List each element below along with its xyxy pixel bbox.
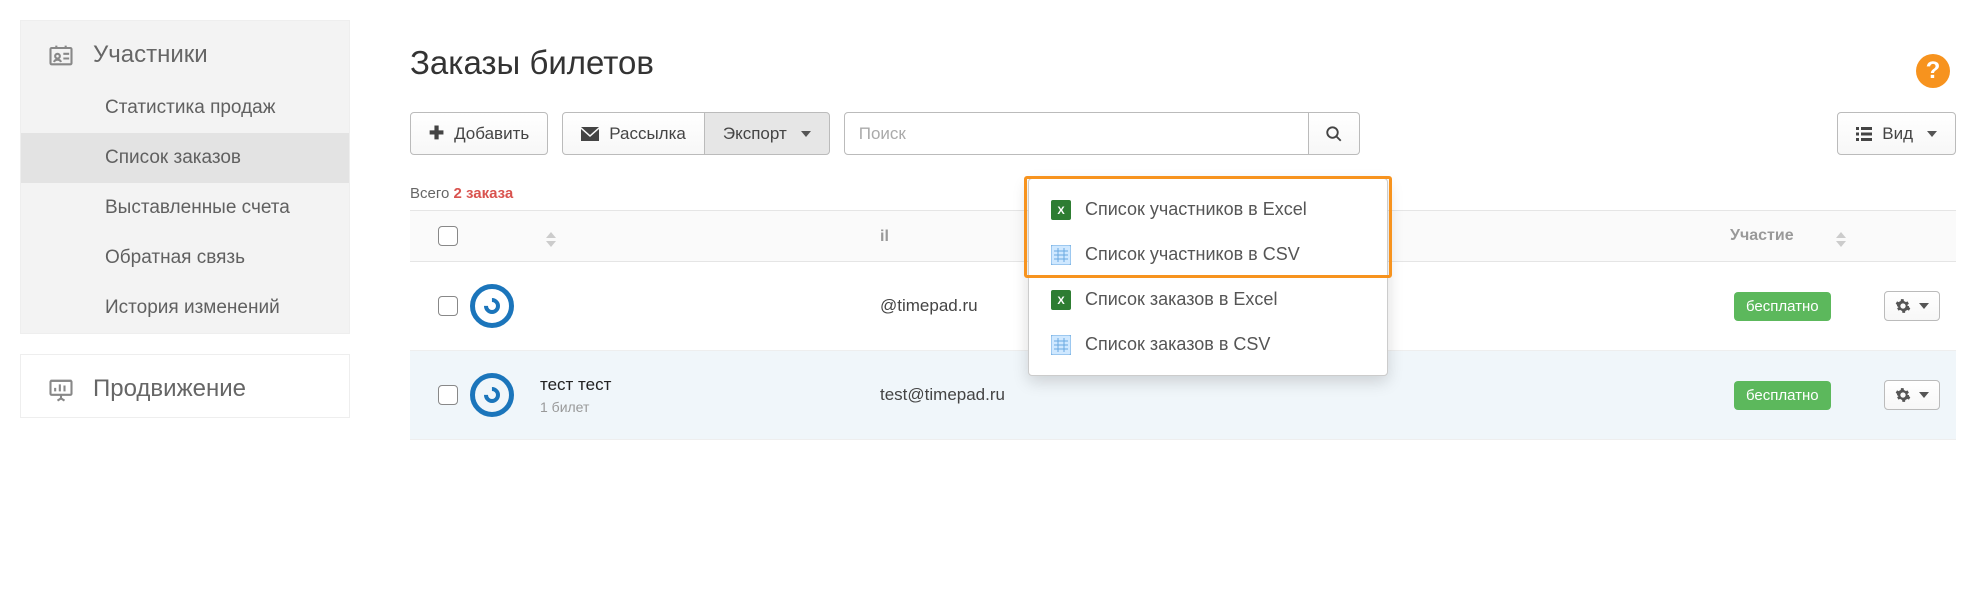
chevron-down-icon bbox=[1919, 392, 1929, 398]
sidebar-participants-label: Участники bbox=[93, 41, 208, 69]
name-cell[interactable] bbox=[540, 304, 880, 308]
add-button-label: Добавить bbox=[454, 124, 529, 144]
export-orders-csv[interactable]: Список заказов в CSV bbox=[1029, 322, 1387, 367]
add-button[interactable]: ✚ Добавить bbox=[410, 112, 548, 155]
toolbar: ✚ Добавить Рассылка Экспорт bbox=[410, 112, 1956, 155]
view-button-label: Вид bbox=[1882, 124, 1913, 144]
row-name: тест тест bbox=[540, 375, 880, 395]
tag-cell: бесплатно bbox=[1734, 292, 1884, 321]
export-button-label: Экспорт bbox=[723, 124, 787, 144]
tag-cell: бесплатно bbox=[1734, 381, 1884, 410]
help-icon[interactable]: ? bbox=[1916, 54, 1950, 88]
search-icon bbox=[1325, 125, 1343, 143]
actions-cell bbox=[1884, 380, 1940, 410]
export-item-label: Список участников в Excel bbox=[1085, 199, 1307, 220]
select-all-cell bbox=[426, 226, 470, 246]
summary-prefix: Всего bbox=[410, 185, 454, 202]
mailing-button[interactable]: Рассылка bbox=[562, 112, 705, 155]
row-sub: 1 билет bbox=[540, 399, 880, 415]
col-participation-sort[interactable] bbox=[1830, 225, 1860, 247]
sidebar-item-sales-stats[interactable]: Статистика продаж bbox=[21, 83, 349, 133]
svg-text:X: X bbox=[1057, 205, 1065, 217]
sidebar-promotion-label: Продвижение bbox=[93, 375, 246, 403]
row-checkbox[interactable] bbox=[438, 385, 458, 405]
select-all-checkbox[interactable] bbox=[438, 226, 458, 246]
avatar bbox=[470, 373, 514, 417]
mailing-export-group: Рассылка Экспорт bbox=[562, 112, 830, 155]
sidebar-item-orders-list[interactable]: Список заказов bbox=[21, 133, 349, 183]
view-button[interactable]: Вид bbox=[1837, 112, 1956, 155]
row-checkbox[interactable] bbox=[438, 296, 458, 316]
badge-icon bbox=[47, 41, 75, 69]
col-name-header[interactable] bbox=[540, 225, 880, 247]
row-check-cell bbox=[426, 296, 470, 316]
help-glyph: ? bbox=[1926, 57, 1941, 85]
gear-icon bbox=[1895, 387, 1911, 403]
actions-cell bbox=[1884, 291, 1940, 321]
page-title: Заказы билетов bbox=[410, 44, 1956, 82]
export-participants-csv[interactable]: Список участников в CSV bbox=[1029, 232, 1387, 277]
excel-icon: X bbox=[1051, 200, 1071, 220]
export-item-label: Список заказов в Excel bbox=[1085, 289, 1277, 310]
chevron-down-icon bbox=[1927, 131, 1937, 137]
chevron-down-icon bbox=[1919, 303, 1929, 309]
status-badge: бесплатно bbox=[1734, 292, 1831, 321]
svg-text:X: X bbox=[1057, 295, 1065, 307]
csv-icon bbox=[1051, 245, 1071, 265]
status-badge: бесплатно bbox=[1734, 381, 1831, 410]
email-cell: test@timepad.ru bbox=[880, 385, 1270, 405]
avatar bbox=[470, 284, 514, 328]
list-icon bbox=[1856, 127, 1872, 141]
export-item-label: Список участников в CSV bbox=[1085, 244, 1300, 265]
sidebar-participants-panel: Участники Статистика продаж Список заказ… bbox=[20, 20, 350, 334]
app-layout: Участники Статистика продаж Список заказ… bbox=[0, 0, 1986, 460]
sidebar-item-history[interactable]: История изменений bbox=[21, 283, 349, 333]
export-button[interactable]: Экспорт bbox=[704, 112, 830, 155]
col-participation-label: Участие bbox=[1730, 227, 1794, 244]
envelope-icon bbox=[581, 127, 599, 141]
summary-count: 2 заказа bbox=[454, 185, 514, 202]
sidebar-promotion-header[interactable]: Продвижение bbox=[21, 355, 349, 417]
sidebar-item-invoices[interactable]: Выставленные счета bbox=[21, 183, 349, 233]
csv-icon bbox=[1051, 335, 1071, 355]
col-email-label: il bbox=[880, 228, 889, 246]
sidebar-item-feedback[interactable]: Обратная связь bbox=[21, 233, 349, 283]
sidebar-participants-header[interactable]: Участники bbox=[21, 21, 349, 83]
col-participation-header[interactable]: Участие bbox=[1730, 227, 1830, 245]
export-item-label: Список заказов в CSV bbox=[1085, 334, 1270, 355]
mailing-button-label: Рассылка bbox=[609, 124, 686, 144]
export-participants-excel[interactable]: X Список участников в Excel bbox=[1029, 187, 1387, 232]
name-cell[interactable]: тест тест 1 билет bbox=[540, 375, 880, 415]
gear-icon bbox=[1895, 298, 1911, 314]
avatar-cell bbox=[470, 373, 540, 417]
avatar-cell bbox=[470, 284, 540, 328]
sort-icon bbox=[1836, 232, 1846, 247]
search-button[interactable] bbox=[1309, 112, 1360, 155]
presentation-icon bbox=[47, 375, 75, 403]
export-orders-excel[interactable]: X Список заказов в Excel bbox=[1029, 277, 1387, 322]
sort-icon bbox=[546, 232, 556, 247]
row-check-cell bbox=[426, 385, 470, 405]
content-area: ? Заказы билетов ✚ Добавить Рассылка Экс… bbox=[380, 20, 1986, 440]
plus-icon: ✚ bbox=[429, 123, 444, 144]
excel-icon: X bbox=[1051, 290, 1071, 310]
row-actions-button[interactable] bbox=[1884, 291, 1940, 321]
export-dropdown: X Список участников в Excel Список участ… bbox=[1028, 178, 1388, 376]
row-actions-button[interactable] bbox=[1884, 380, 1940, 410]
search-group bbox=[844, 112, 1360, 155]
search-input[interactable] bbox=[844, 112, 1309, 155]
sidebar-promotion-panel: Продвижение bbox=[20, 354, 350, 418]
chevron-down-icon bbox=[801, 131, 811, 137]
sidebar: Участники Статистика продаж Список заказ… bbox=[0, 20, 380, 440]
